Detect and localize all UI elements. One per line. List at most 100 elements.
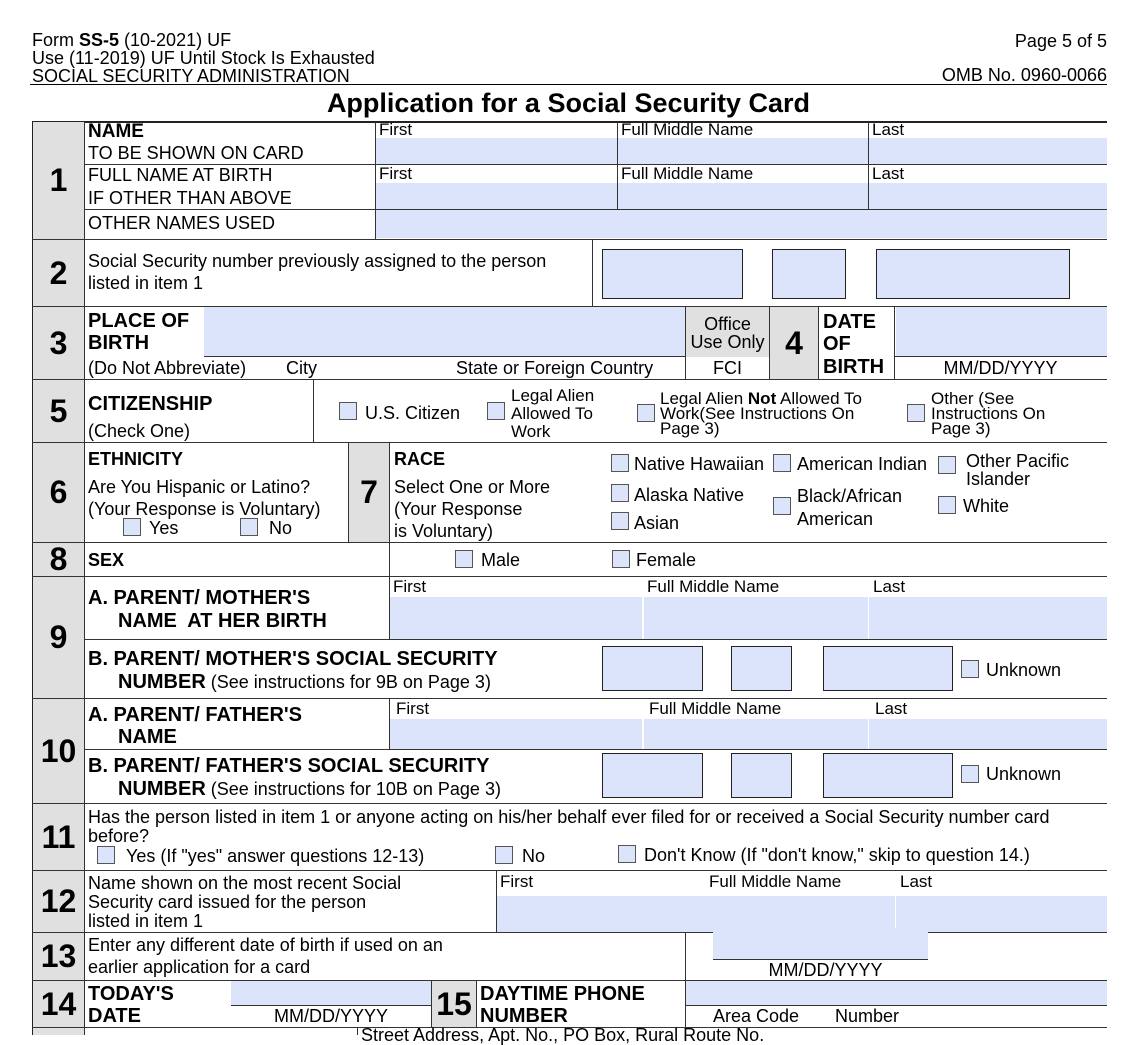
item-4-number: 4 bbox=[770, 307, 818, 379]
item-3-label-2: BIRTH bbox=[88, 332, 150, 354]
father-ssn-serial-field[interactable] bbox=[823, 753, 953, 798]
item-3-number: 3 bbox=[33, 307, 84, 379]
hispanic-no-label: No bbox=[269, 518, 293, 538]
item-1-col-divider bbox=[868, 122, 869, 209]
prior-ssn-area-field[interactable] bbox=[602, 249, 743, 299]
prior-ssn-serial-field[interactable] bbox=[876, 249, 1070, 299]
mother-ssn-group-field[interactable] bbox=[731, 646, 792, 691]
item-9a-label-2: NAME AT HER BIRTH bbox=[118, 610, 327, 632]
item-5-number: 5 bbox=[33, 380, 84, 442]
item-10b-label-2: NUMBER (See instructions for 10B on Page… bbox=[118, 778, 501, 800]
item-16-number bbox=[33, 1028, 84, 1035]
item-10a-label-2: NAME bbox=[118, 726, 177, 748]
native-hawaiian-checkbox[interactable] bbox=[611, 454, 629, 472]
birth-name-middle-field[interactable] bbox=[618, 183, 868, 209]
name-on-card-first-field[interactable] bbox=[376, 138, 617, 164]
mother-ssn-unknown-label: Unknown bbox=[986, 660, 1062, 680]
item-15-label-2: NUMBER bbox=[480, 1005, 568, 1027]
father-first-name-field[interactable] bbox=[390, 719, 642, 749]
item-divider bbox=[32, 442, 1107, 443]
item-4-underline bbox=[894, 356, 1107, 357]
item-1-birth-label-1: FULL NAME AT BIRTH bbox=[88, 165, 273, 185]
other-pacific-label-1: Other Pacific bbox=[966, 451, 1070, 471]
prior-card-first-middle-field[interactable] bbox=[497, 896, 895, 932]
name-on-card-last-field[interactable] bbox=[869, 138, 1107, 164]
us-citizen-checkbox[interactable] bbox=[339, 402, 357, 420]
legal-alien-allowed-label-1: Legal Alien bbox=[511, 386, 595, 405]
native-hawaiian-label: Native Hawaiian bbox=[634, 454, 765, 474]
item-15-label-1: DAYTIME PHONE bbox=[480, 983, 645, 1005]
male-checkbox[interactable] bbox=[455, 550, 473, 568]
todays-date-field[interactable] bbox=[231, 981, 431, 1005]
different-dob-field[interactable] bbox=[713, 928, 928, 959]
item-15-number: 15 bbox=[432, 981, 476, 1027]
mother-middle-name-field[interactable] bbox=[644, 597, 868, 639]
asian-label: Asian bbox=[634, 513, 680, 533]
item-12-label-1: Name shown on the most recent Social bbox=[88, 873, 402, 893]
legal-alien-allowed-checkbox[interactable] bbox=[487, 402, 505, 420]
american-indian-checkbox[interactable] bbox=[773, 454, 791, 472]
father-ssn-unknown-checkbox[interactable] bbox=[961, 765, 979, 783]
item-1-name-sub: TO BE SHOWN ON CARD bbox=[88, 143, 304, 163]
birth-name-first-field[interactable] bbox=[376, 183, 617, 209]
father-middle-name-field[interactable] bbox=[644, 719, 868, 749]
item-4-label-3: BIRTH bbox=[823, 356, 885, 378]
black-african-american-checkbox[interactable] bbox=[773, 497, 791, 515]
other-names-field[interactable] bbox=[376, 210, 1107, 238]
father-ssn-group-field[interactable] bbox=[731, 753, 792, 798]
item-1-number: 1 bbox=[33, 122, 84, 239]
male-label: Male bbox=[481, 550, 521, 570]
item-1-label-divider bbox=[375, 122, 376, 239]
father-last-name-field[interactable] bbox=[869, 719, 1107, 749]
female-checkbox[interactable] bbox=[612, 550, 630, 568]
item-14-label-2: DATE bbox=[88, 1005, 141, 1027]
item-10-number: 10 bbox=[33, 699, 84, 803]
phone-number-label: Number bbox=[835, 1006, 900, 1026]
item-10b-label-1: B. PARENT/ FATHER'S SOCIAL SECURITY bbox=[88, 755, 490, 777]
father-ssn-area-field[interactable] bbox=[602, 753, 703, 798]
item-4-format: MM/DD/YYYY bbox=[943, 358, 1058, 378]
prior-card-last-field[interactable] bbox=[896, 896, 1107, 932]
item-13-label-1: Enter any different date of birth if use… bbox=[88, 935, 443, 955]
mother-last-name-field[interactable] bbox=[869, 597, 1107, 639]
form-prefix: Form bbox=[32, 30, 79, 50]
asian-checkbox[interactable] bbox=[611, 512, 629, 530]
prior-card-no-checkbox[interactable] bbox=[495, 846, 513, 864]
item-9a-last-header: Last bbox=[873, 577, 906, 596]
other-pacific-islander-checkbox[interactable] bbox=[938, 456, 956, 474]
item-9a-first-header: First bbox=[393, 577, 427, 596]
item-9-number: 9 bbox=[33, 577, 84, 698]
hispanic-yes-checkbox[interactable] bbox=[123, 518, 141, 536]
hispanic-no-checkbox[interactable] bbox=[240, 518, 258, 536]
daytime-phone-field[interactable] bbox=[686, 981, 1107, 1005]
alaska-native-checkbox[interactable] bbox=[611, 484, 629, 502]
mother-ssn-unknown-checkbox[interactable] bbox=[961, 660, 979, 678]
item-9a-label-1: A. PARENT/ MOTHER'S bbox=[88, 587, 311, 609]
white-label: White bbox=[963, 496, 1010, 516]
mother-first-name-field[interactable] bbox=[390, 597, 642, 639]
item-divider bbox=[32, 542, 1107, 543]
item-11-question-2: before? bbox=[88, 826, 150, 846]
prior-card-dont-know-checkbox[interactable] bbox=[618, 845, 636, 863]
item-12-last-header: Last bbox=[900, 872, 933, 891]
prior-card-yes-checkbox[interactable] bbox=[97, 846, 115, 864]
item-4-label-2: OF bbox=[823, 333, 851, 355]
birth-name-last-field[interactable] bbox=[869, 183, 1107, 209]
item-1-col-divider bbox=[617, 122, 618, 209]
item-14-label-1: TODAY'S bbox=[88, 983, 174, 1005]
legal-alien-not-allowed-checkbox[interactable] bbox=[637, 404, 655, 422]
item-14-number: 14 bbox=[33, 981, 84, 1027]
white-checkbox[interactable] bbox=[938, 496, 956, 514]
name-on-card-middle-field[interactable] bbox=[618, 138, 868, 164]
mother-ssn-area-field[interactable] bbox=[602, 646, 703, 691]
place-of-birth-field[interactable] bbox=[204, 307, 685, 357]
item-5-sub: (Check One) bbox=[88, 421, 191, 441]
black-african-label-2: American bbox=[797, 509, 874, 529]
date-of-birth-field[interactable] bbox=[896, 307, 1107, 356]
item-3-note: (Do Not Abbreviate) bbox=[88, 358, 247, 378]
mother-ssn-serial-field[interactable] bbox=[823, 646, 953, 691]
page-number: Page 5 of 5 bbox=[1014, 31, 1107, 51]
item-12-middle-header: Full Middle Name bbox=[709, 872, 842, 891]
prior-ssn-group-field[interactable] bbox=[772, 249, 846, 299]
other-citizenship-checkbox[interactable] bbox=[907, 404, 925, 422]
